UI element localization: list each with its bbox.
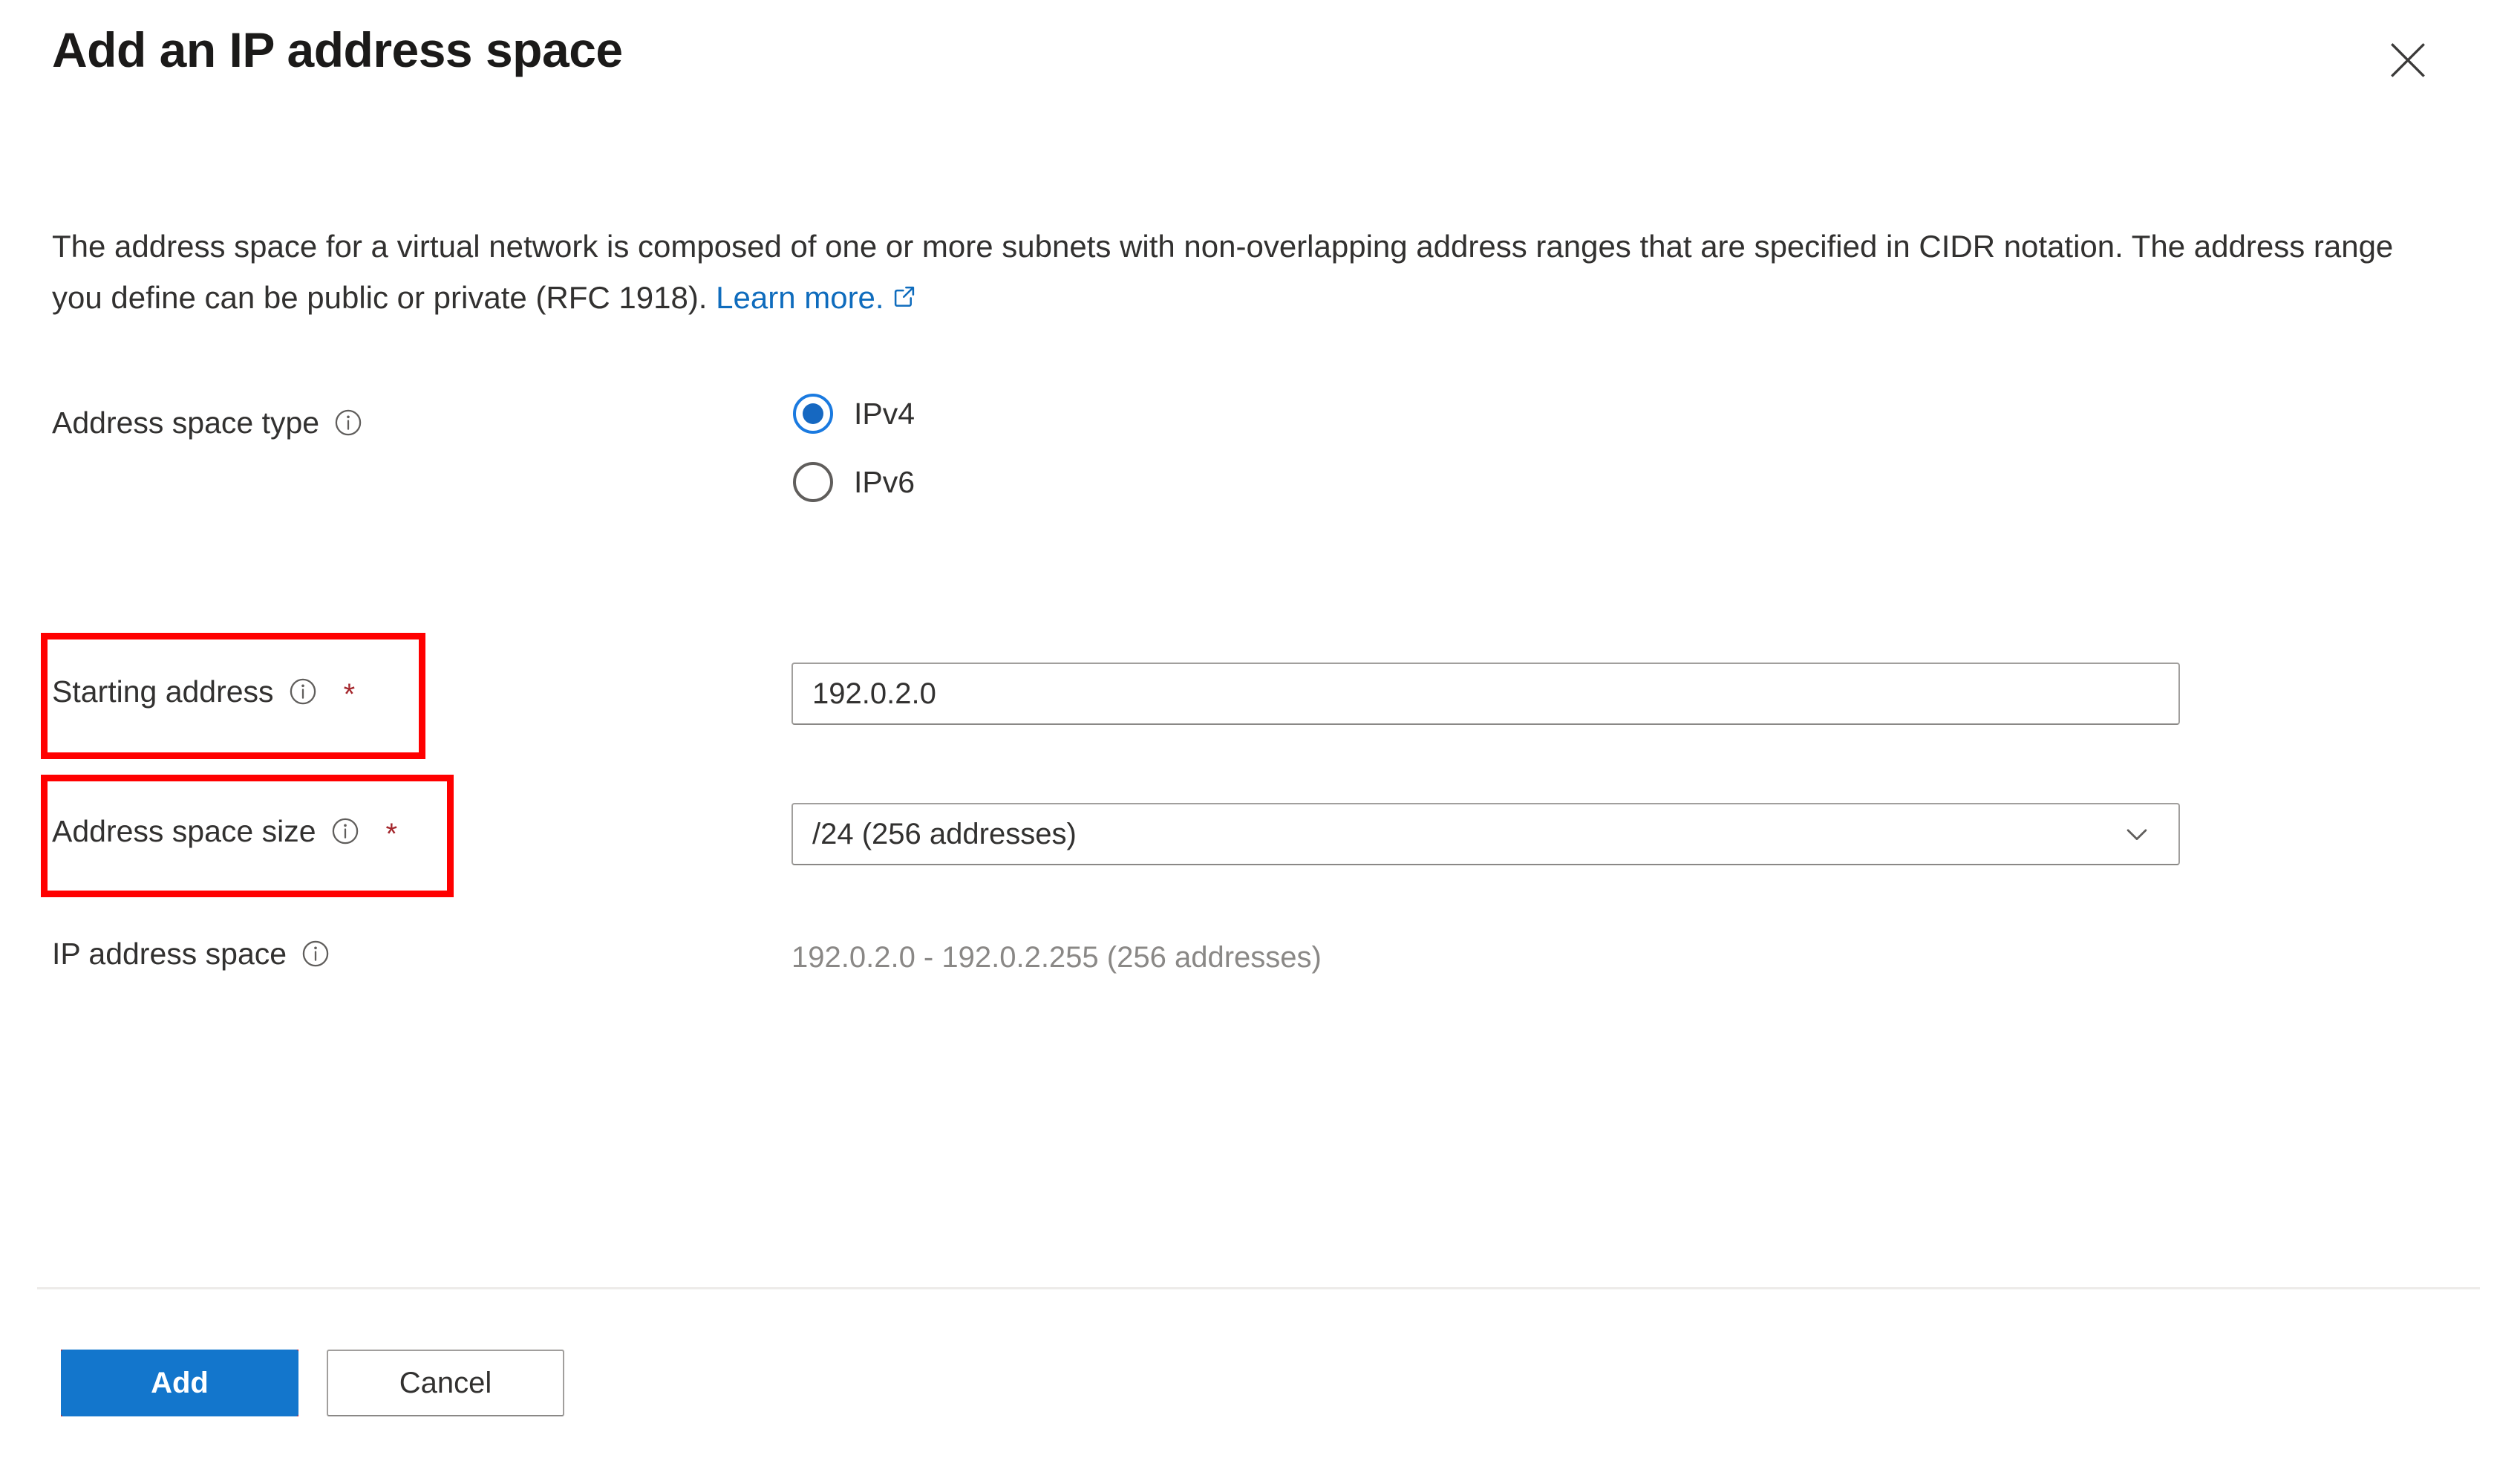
starting-address-label-text: Starting address — [52, 674, 274, 709]
address-space-type-label: Address space type — [52, 407, 364, 438]
info-icon[interactable] — [333, 407, 364, 438]
cancel-button[interactable]: Cancel — [327, 1350, 564, 1416]
required-marker: * — [385, 818, 398, 850]
address-space-type-label-text: Address space type — [52, 405, 320, 440]
description-body: The address space for a virtual network … — [52, 229, 2394, 315]
footer-actions: Add Cancel — [0, 1335, 2520, 1424]
address-space-size-value: /24 (256 addresses) — [812, 817, 1077, 850]
address-space-size-select[interactable]: /24 (256 addresses) — [791, 803, 2180, 865]
learn-more-link[interactable]: Learn more. — [716, 280, 918, 315]
starting-address-value: 192.0.2.0 — [812, 677, 936, 710]
radio-mark-ipv4[interactable] — [793, 394, 833, 434]
radio-mark-ipv6[interactable] — [793, 462, 833, 502]
page-title: Add an IP address space — [52, 22, 623, 77]
radio-option-ipv4[interactable]: IPv4 — [793, 394, 915, 434]
close-icon[interactable] — [2379, 31, 2437, 89]
radio-option-ipv6[interactable]: IPv6 — [793, 462, 915, 502]
add-button[interactable]: Add — [61, 1350, 298, 1416]
address-space-size-label: Address space size * — [52, 813, 398, 850]
radio-label-ipv6: IPv6 — [854, 464, 915, 499]
info-icon[interactable] — [287, 676, 319, 707]
info-icon[interactable] — [330, 816, 361, 847]
starting-address-input[interactable]: 192.0.2.0 — [791, 663, 2180, 725]
ip-address-space-label: IP address space — [52, 938, 331, 969]
learn-more-label: Learn more. — [716, 280, 884, 315]
required-marker: * — [343, 678, 356, 711]
starting-address-label: Starting address * — [52, 674, 356, 711]
ip-address-space-label-text: IP address space — [52, 936, 287, 971]
description-text: The address space for a virtual network … — [52, 221, 2450, 325]
info-icon[interactable] — [300, 938, 331, 969]
chevron-down-icon[interactable] — [2121, 818, 2153, 850]
radio-label-ipv4: IPv4 — [854, 396, 915, 431]
footer-divider — [37, 1287, 2480, 1289]
address-space-type-radio-group[interactable]: IPv4 IPv6 — [793, 394, 915, 530]
blade-header: Add an IP address space — [0, 0, 2520, 141]
ip-address-space-value: 192.0.2.0 - 192.0.2.255 (256 addresses) — [791, 941, 1322, 974]
external-link-icon — [890, 274, 918, 325]
address-space-size-label-text: Address space size — [52, 813, 316, 848]
